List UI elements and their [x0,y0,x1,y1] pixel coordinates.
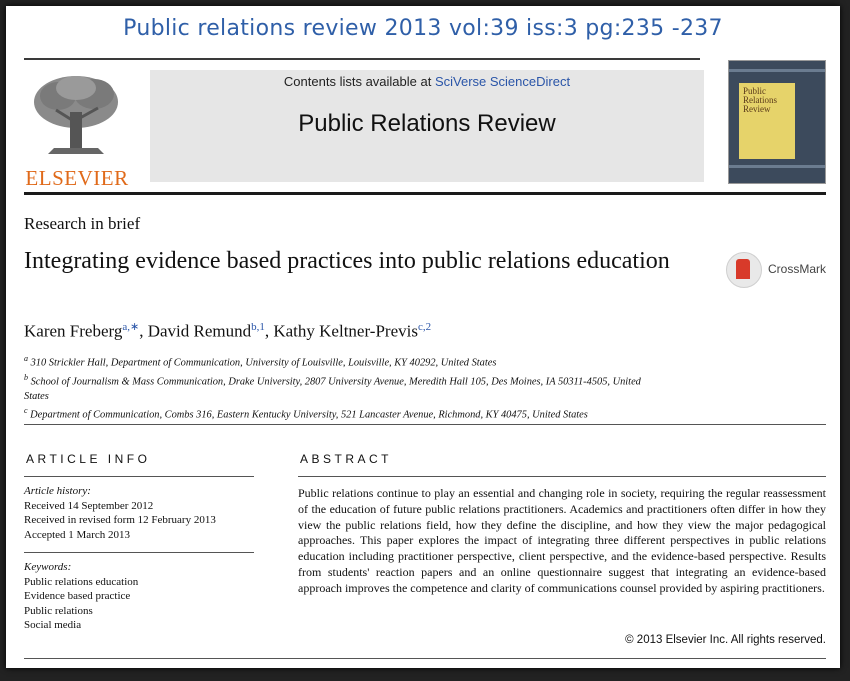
abstract-text: Public relations continue to play an ess… [298,486,826,595]
history-item: Accepted 1 March 2013 [24,528,130,541]
abstract-header: ABSTRACT [300,452,393,466]
screenshot-frame: Public relations review 2013 vol:39 iss:… [0,0,850,681]
info-rule [24,552,254,553]
article-history: Article history: Received 14 September 2… [24,484,254,542]
info-rule [24,476,254,477]
author-name[interactable]: Kathy Keltner-Previs [273,322,418,341]
section-rule [24,424,826,425]
tree-icon [34,76,118,154]
cover-title: Public Relations Review [743,86,777,114]
sciencedirect-link[interactable]: SciVerse ScienceDirect [435,74,570,89]
cover-band [729,165,825,168]
author-name[interactable]: David Remund [148,322,251,341]
journal-cover[interactable]: Public Relations Review [728,60,826,184]
affiliation: c Department of Communication, Combs 316… [24,406,588,421]
section-type: Research in brief [24,214,141,233]
contents-line: Contents lists available at SciVerse Sci… [150,74,704,89]
keyword-item[interactable]: Social media [24,618,254,633]
bottom-rule [24,658,826,659]
affiliation: b School of Journalism & Mass Communicat… [24,372,641,402]
author-name[interactable]: Karen Freberg [24,322,122,341]
keywords-label: Keywords: [24,561,72,573]
crossmark-badge[interactable]: CrossMark [726,250,836,290]
history-item: Received 14 September 2012 [24,499,154,512]
affiliations: a 310 Strickler Hall, Department of Comm… [24,352,824,423]
cover-band [729,69,825,72]
author-affil-ref[interactable]: c,2 [418,321,431,333]
author-affil-ref[interactable]: b,1 [251,321,265,333]
author-affil-ref[interactable]: a,∗ [122,321,139,333]
keyword-item[interactable]: Public relations [24,604,254,619]
keyword-item[interactable]: Evidence based practice [24,589,254,604]
keyword-item[interactable]: Public relations education [24,575,254,590]
author-list: Karen Freberga,∗, David Remundb,1, Kathy… [24,321,432,341]
article-info-header: ARTICLE INFO [26,452,151,466]
article-page: Public relations review 2013 vol:39 iss:… [6,6,840,668]
elsevier-wordmark: ELSEVIER [25,166,129,190]
header-rule [24,192,826,195]
history-label: Article history: [24,485,91,497]
top-rule [24,58,700,60]
affiliation: a 310 Strickler Hall, Department of Comm… [24,354,497,369]
elsevier-logo[interactable]: ELSEVIER [22,68,132,190]
cover-label: Public Relations Review [739,83,795,159]
history-item: Received in revised form 12 February 201… [24,514,216,526]
article-title: Integrating evidence based practices int… [24,248,670,274]
copyright-line: © 2013 Elsevier Inc. All rights reserved… [625,634,826,646]
crossmark-icon [726,252,762,288]
journal-banner: Contents lists available at SciVerse Sci… [150,70,704,182]
contents-prefix: Contents lists available at [283,74,435,89]
citation-header: Public relations review 2013 vol:39 iss:… [123,16,723,41]
journal-title[interactable]: Public Relations Review [150,110,704,138]
keywords: Keywords: Public relations education Evi… [24,560,254,633]
crossmark-label: CrossMark [768,262,827,276]
abstract-rule [298,476,826,477]
